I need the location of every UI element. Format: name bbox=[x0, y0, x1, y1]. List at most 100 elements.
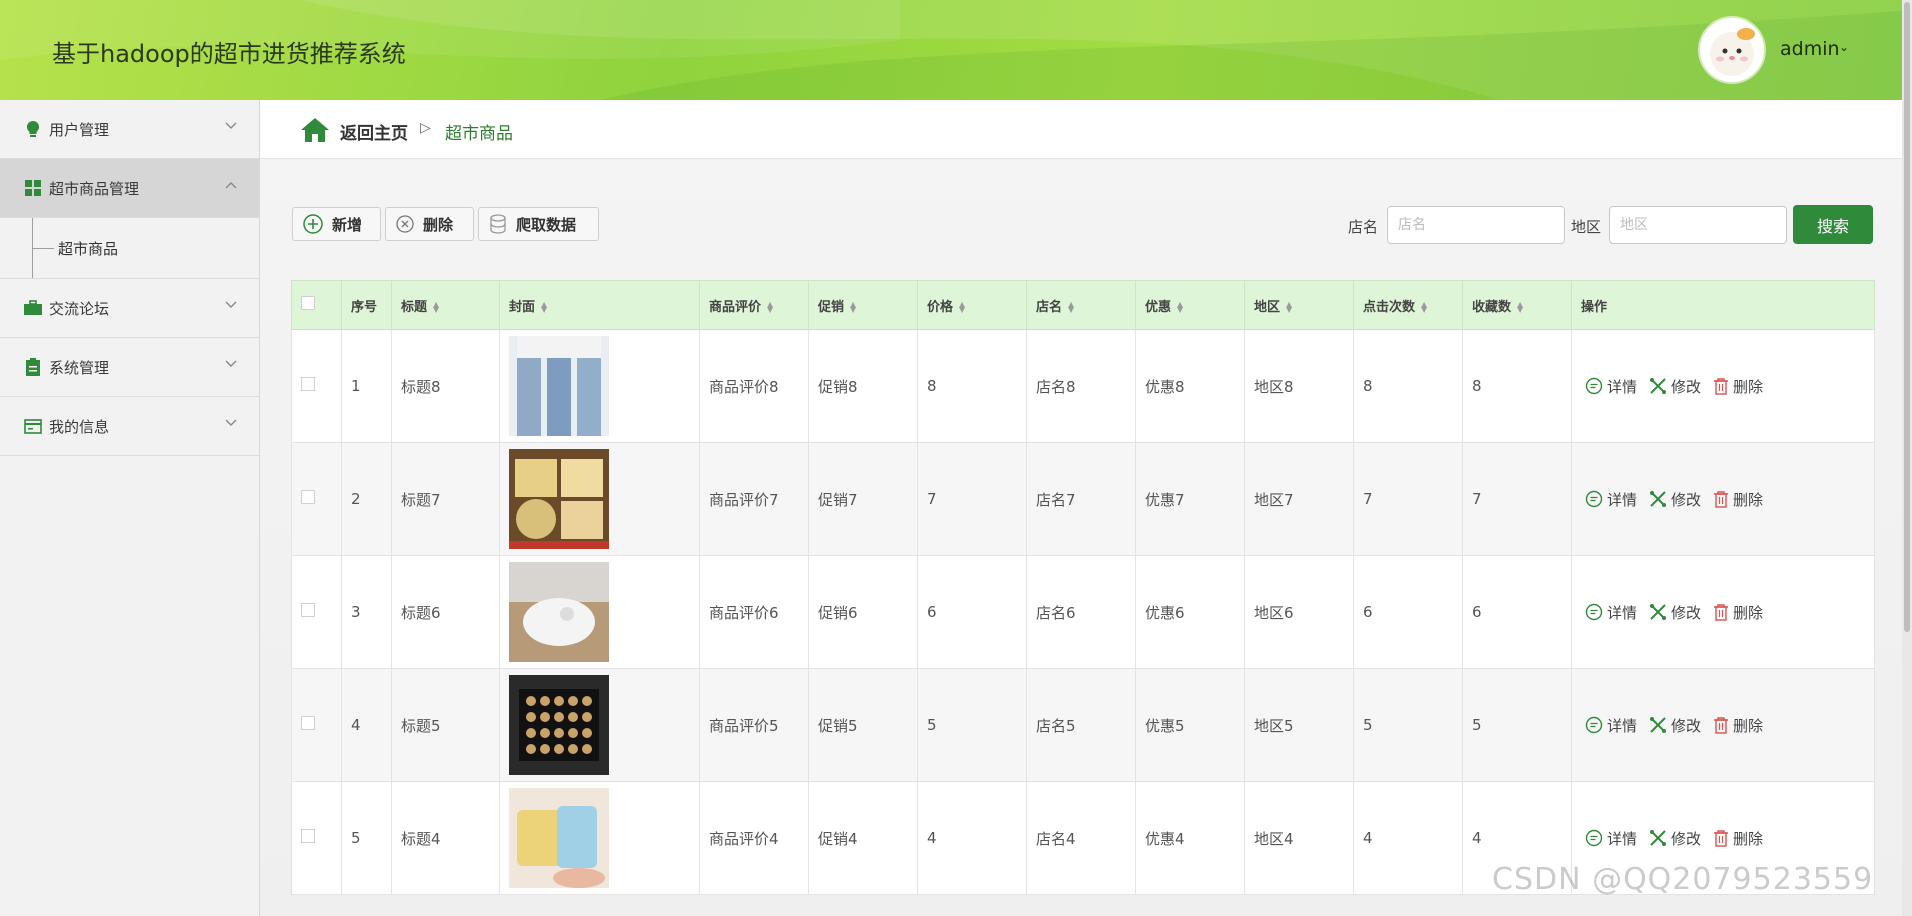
column-header-label: 优惠 bbox=[1145, 299, 1172, 315]
column-header[interactable]: 标题 ▲ ▼ bbox=[391, 280, 500, 330]
column-header[interactable]: 收藏数 ▲ ▼ bbox=[1462, 280, 1572, 330]
review-cell: 商品评价7 bbox=[699, 442, 809, 556]
edit-button[interactable]: 修改 bbox=[1649, 828, 1701, 849]
product-cover-image[interactable] bbox=[509, 336, 609, 436]
table-row: 1 标题8 商品评价8 促销8 8 店名8 优惠8 地区8 8 8 详情 修改 删除 bbox=[291, 329, 1875, 443]
sort-icon[interactable]: ▲ ▼ bbox=[1421, 301, 1427, 314]
add-button[interactable]: 新增 bbox=[292, 207, 381, 241]
sidebar-item-user-management[interactable]: 用户管理 bbox=[0, 100, 259, 159]
sidebar-item-product-management[interactable]: 超市商品管理 bbox=[0, 159, 259, 218]
select-all-checkbox[interactable] bbox=[301, 296, 315, 310]
sort-icon[interactable]: ▲ ▼ bbox=[433, 301, 439, 314]
sidebar-item-system-management[interactable]: 系统管理 bbox=[0, 338, 259, 397]
row-delete-button[interactable]: 删除 bbox=[1713, 489, 1763, 510]
shop-search-input[interactable] bbox=[1387, 206, 1565, 244]
detail-button[interactable]: 详情 bbox=[1585, 715, 1637, 736]
edit-button[interactable]: 修改 bbox=[1649, 489, 1701, 510]
column-header[interactable]: 点击次数 ▲ ▼ bbox=[1353, 280, 1463, 330]
detail-button[interactable]: 详情 bbox=[1585, 489, 1637, 510]
grid-icon bbox=[24, 179, 42, 197]
tree-line bbox=[32, 248, 54, 249]
row-select-cell bbox=[291, 668, 342, 782]
discount-cell: 优惠8 bbox=[1135, 329, 1245, 443]
product-cover-image[interactable] bbox=[509, 788, 609, 888]
column-header[interactable]: 商品评价 ▲ ▼ bbox=[699, 280, 809, 330]
delete-button[interactable]: 删除 bbox=[385, 207, 474, 241]
row-select-cell bbox=[291, 329, 342, 443]
breadcrumb-home-link[interactable]: 返回主页 bbox=[340, 119, 408, 144]
sort-icon[interactable]: ▲ ▼ bbox=[850, 301, 856, 314]
home-icon[interactable] bbox=[300, 117, 330, 143]
region-cell: 地区5 bbox=[1244, 668, 1354, 782]
detail-label: 详情 bbox=[1607, 377, 1638, 396]
cover-cell bbox=[499, 329, 700, 443]
column-header[interactable]: 地区 ▲ ▼ bbox=[1244, 280, 1354, 330]
row-checkbox[interactable] bbox=[301, 829, 315, 843]
page-scrollbar[interactable] bbox=[1902, 0, 1912, 916]
scrollbar-thumb[interactable] bbox=[1904, 2, 1910, 632]
user-name[interactable]: admin bbox=[1780, 38, 1840, 60]
edit-button[interactable]: 修改 bbox=[1649, 376, 1701, 397]
detail-button[interactable]: 详情 bbox=[1585, 828, 1637, 849]
row-select-cell bbox=[291, 555, 342, 669]
detail-label: 详情 bbox=[1607, 490, 1638, 509]
search-button[interactable]: 搜索 bbox=[1793, 205, 1873, 244]
chevron-down-icon[interactable]: ⌄ bbox=[1839, 40, 1849, 54]
row-delete-button[interactable]: 删除 bbox=[1713, 376, 1763, 397]
card-icon bbox=[24, 417, 42, 435]
crawl-data-button[interactable]: 爬取数据 bbox=[478, 207, 599, 241]
breadcrumb-current: 超市商品 bbox=[445, 124, 513, 144]
detail-button[interactable]: 详情 bbox=[1585, 602, 1637, 623]
cover-cell bbox=[499, 442, 700, 556]
title-cell: 标题4 bbox=[391, 781, 500, 895]
region-search-input[interactable] bbox=[1609, 206, 1787, 244]
tools-icon bbox=[1650, 491, 1667, 507]
review-cell: 商品评价5 bbox=[699, 668, 809, 782]
table-header-row: 序号 标题 ▲ ▼ 封面 ▲ ▼ 商品评价 ▲ ▼ 促销 ▲ ▼ 价格 ▲ ▼ 店名 ▲ ▼ 优惠 ▲ ▼ … bbox=[291, 280, 1875, 330]
column-header[interactable]: 促销 ▲ ▼ bbox=[808, 280, 918, 330]
column-header[interactable]: 封面 ▲ ▼ bbox=[499, 280, 700, 330]
sort-icon[interactable]: ▲ ▼ bbox=[1177, 301, 1183, 314]
add-button-label: 新增 bbox=[332, 215, 363, 234]
row-delete-button[interactable]: 删除 bbox=[1713, 828, 1763, 849]
clicks-cell: 8 bbox=[1353, 329, 1463, 443]
tools-icon bbox=[1650, 717, 1667, 733]
row-checkbox[interactable] bbox=[301, 716, 315, 730]
column-header[interactable]: 价格 ▲ ▼ bbox=[917, 280, 1027, 330]
detail-button[interactable]: 详情 bbox=[1585, 376, 1637, 397]
row-delete-button[interactable]: 删除 bbox=[1713, 602, 1763, 623]
sort-icon[interactable]: ▲ ▼ bbox=[959, 301, 965, 314]
sort-icon[interactable]: ▲ ▼ bbox=[1068, 301, 1074, 314]
sort-icon[interactable]: ▲ ▼ bbox=[541, 301, 547, 314]
edit-label: 修改 bbox=[1671, 377, 1702, 396]
row-checkbox[interactable] bbox=[301, 377, 315, 391]
sort-icon[interactable]: ▲ ▼ bbox=[767, 301, 773, 314]
edit-button[interactable]: 修改 bbox=[1649, 715, 1701, 736]
row-select-cell bbox=[291, 781, 342, 895]
delete-label: 删除 bbox=[1733, 716, 1764, 735]
main-content: 返回主页 ▷ 超市商品 新增 删除 爬取数据 店名 地区 搜索 bbox=[260, 100, 1902, 916]
column-header[interactable]: 店名 ▲ ▼ bbox=[1026, 280, 1136, 330]
product-cover-image[interactable] bbox=[509, 449, 609, 549]
sidebar-item-forum[interactable]: 交流论坛 bbox=[0, 279, 259, 338]
column-header-label: 封面 bbox=[509, 299, 536, 315]
edit-button[interactable]: 修改 bbox=[1649, 602, 1701, 623]
price-cell: 5 bbox=[917, 668, 1027, 782]
row-delete-button[interactable]: 删除 bbox=[1713, 715, 1763, 736]
discount-cell: 优惠4 bbox=[1135, 781, 1245, 895]
sort-icon[interactable]: ▲ ▼ bbox=[1286, 301, 1292, 314]
clipboard-icon bbox=[24, 358, 42, 376]
sidebar-item-my-info[interactable]: 我的信息 bbox=[0, 397, 259, 456]
row-checkbox[interactable] bbox=[301, 490, 315, 504]
row-checkbox[interactable] bbox=[301, 603, 315, 617]
sort-icon[interactable]: ▲ ▼ bbox=[1517, 301, 1523, 314]
sidebar-subitem-label: 超市商品 bbox=[58, 240, 119, 258]
product-cover-image[interactable] bbox=[509, 562, 609, 662]
column-header[interactable]: 优惠 ▲ ▼ bbox=[1135, 280, 1245, 330]
product-cover-image[interactable] bbox=[509, 675, 609, 775]
user-avatar[interactable] bbox=[1700, 18, 1764, 82]
edit-label: 修改 bbox=[1671, 829, 1702, 848]
table-row: 4 标题5 商品评价5 促销5 5 店名5 优惠5 地区5 5 5 详情 修改 删除 bbox=[291, 668, 1875, 782]
price-cell: 6 bbox=[917, 555, 1027, 669]
sidebar-subitem-products[interactable]: 超市商品 bbox=[0, 218, 259, 279]
